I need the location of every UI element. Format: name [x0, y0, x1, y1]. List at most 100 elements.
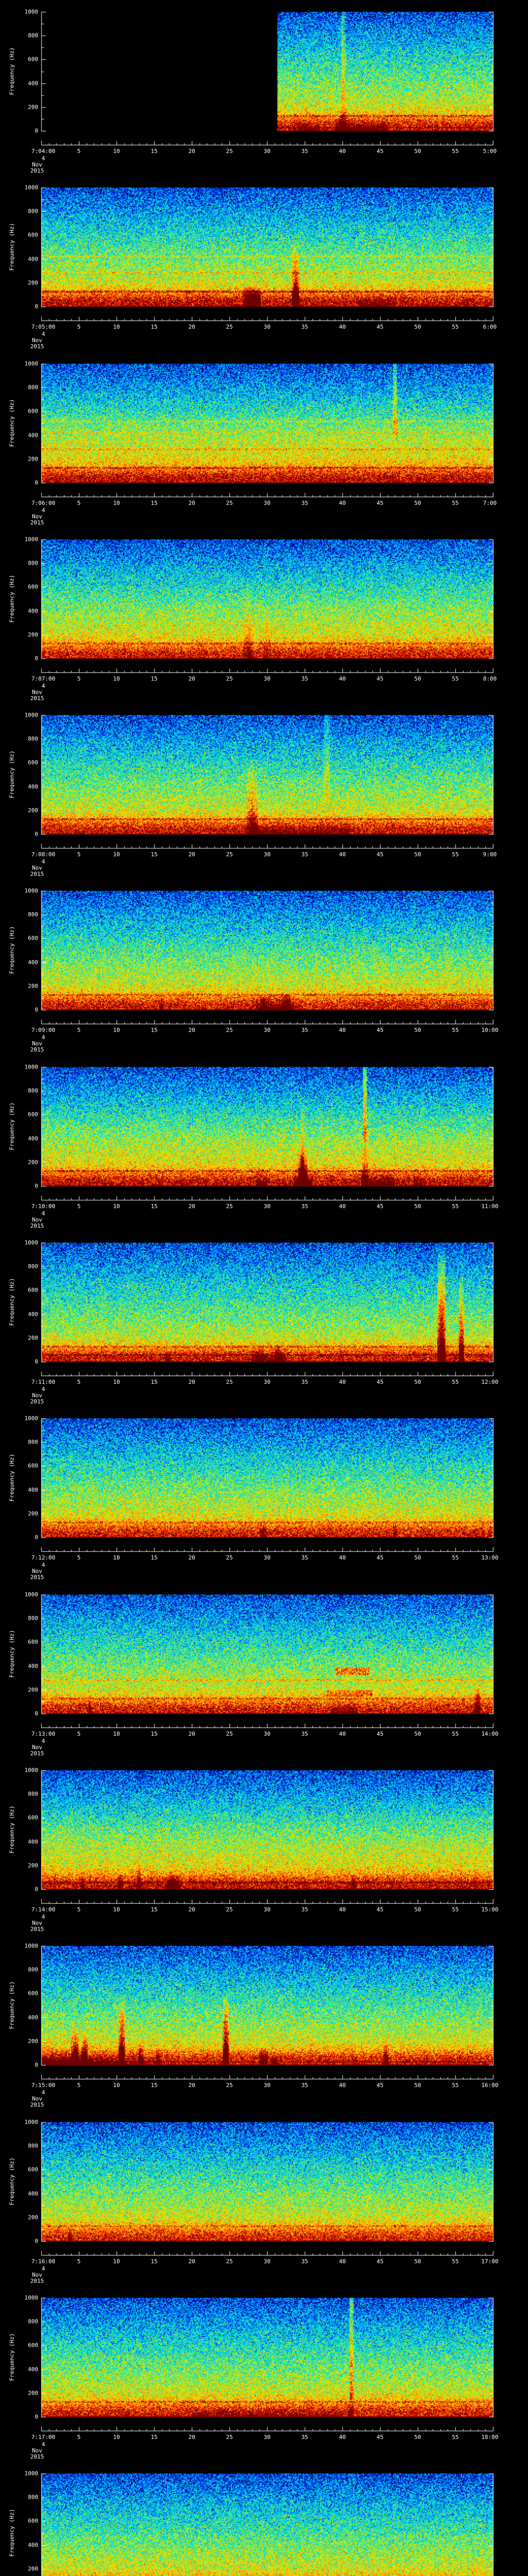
x-tick-label: 55: [452, 2434, 459, 2441]
y-tick-label: 200: [28, 279, 38, 286]
date-year-label: 2015: [30, 2102, 44, 2108]
end-time-label: 7:00: [483, 500, 497, 506]
x-tick-label: 15: [151, 1203, 158, 1210]
y-tick-label: 800: [28, 1966, 38, 1973]
y-tick-label: 600: [28, 1990, 38, 1997]
x-tick-label: 10: [113, 1379, 120, 1385]
spectrogram-canvas: [0, 0, 528, 2576]
y-tick-label: 200: [28, 455, 38, 463]
x-tick-label: 20: [188, 500, 195, 506]
x-tick-label: 55: [452, 2082, 459, 2089]
end-time-label: 13:00: [481, 1554, 499, 1561]
x-tick-label: 55: [452, 1379, 459, 1385]
start-time-label: 7:17:00: [31, 2434, 56, 2441]
x-tick-label: 45: [376, 1027, 384, 1033]
y-tick-label: 400: [28, 256, 38, 263]
end-time-label: 16:00: [481, 2082, 499, 2089]
x-tick-label: 45: [376, 1379, 384, 1385]
date-year-label: 2015: [30, 1223, 44, 1229]
y-tick-label: 0: [35, 1534, 38, 1541]
x-tick-label: 30: [263, 324, 271, 330]
y-tick-label: 800: [28, 2142, 38, 2149]
x-tick-label: 30: [263, 1554, 271, 1561]
y-tick-label: 1000: [24, 360, 39, 367]
date-year-label: 2015: [30, 871, 44, 877]
y-tick-label: 600: [28, 2342, 38, 2349]
x-tick-label: 35: [301, 324, 308, 330]
date-day-label: 4: [41, 1913, 45, 1920]
x-tick-label: 40: [339, 1379, 346, 1385]
y-axis-title: Frequency (Hz): [8, 399, 15, 447]
y-tick-label: 800: [28, 1438, 38, 1446]
x-tick-label: 50: [414, 2258, 421, 2265]
x-tick-label: 15: [151, 1379, 158, 1385]
y-tick-label: 800: [28, 1615, 38, 1622]
x-tick-label: 20: [188, 1906, 195, 1913]
x-tick-label: 35: [301, 1379, 308, 1385]
y-tick-label: 1000: [24, 2119, 39, 2126]
x-tick-label: 5: [77, 1203, 81, 1210]
x-tick-label: 40: [339, 324, 346, 330]
y-tick-label: 400: [28, 80, 38, 87]
x-tick-label: 40: [339, 1906, 346, 1913]
end-time-label: 12:00: [481, 1379, 499, 1385]
x-tick-label: 40: [339, 1203, 346, 1210]
x-tick-label: 15: [151, 851, 158, 858]
x-tick-label: 55: [452, 1906, 459, 1913]
y-tick-label: 0: [35, 831, 38, 838]
start-time-label: 7:06:00: [31, 500, 56, 506]
x-tick-label: 30: [263, 2082, 271, 2089]
y-tick-label: 800: [28, 32, 38, 39]
x-tick-label: 50: [414, 1379, 421, 1385]
spectrogram-figure: Frequency (Hz) 1000 800 600 400 200 0 5 10 15 20 25…: [0, 0, 528, 2576]
y-tick-label: 600: [28, 408, 38, 415]
y-tick-label: 0: [35, 2413, 38, 2420]
y-tick-label: 600: [28, 56, 38, 63]
y-axis-title: Frequency (Hz): [8, 223, 15, 271]
x-tick-label: 25: [226, 2082, 233, 2089]
y-tick-label: 400: [28, 1486, 38, 1494]
date-day-label: 4: [41, 1386, 45, 1393]
start-time-label: 7:12:00: [31, 1554, 56, 1561]
y-tick-label: 1000: [24, 1239, 39, 1246]
y-tick-label: 1000: [24, 1767, 39, 1774]
end-time-label: 17:00: [481, 2258, 499, 2265]
x-tick-label: 40: [339, 2258, 346, 2265]
y-tick-label: 0: [35, 127, 38, 134]
x-tick-label: 35: [301, 851, 308, 858]
y-tick-label: 600: [28, 1462, 38, 1469]
y-tick-label: 0: [35, 2061, 38, 2069]
x-tick-label: 10: [113, 851, 120, 858]
start-time-label: 7:05:00: [31, 324, 56, 330]
y-tick-label: 800: [28, 735, 38, 742]
x-tick-label: 20: [188, 2258, 195, 2265]
y-tick-label: 0: [35, 1358, 38, 1365]
x-tick-label: 55: [452, 148, 459, 155]
x-tick-label: 45: [376, 1554, 384, 1561]
y-tick-label: 0: [35, 479, 38, 486]
y-tick-label: 400: [28, 783, 38, 790]
start-time-label: 7:16:00: [31, 2258, 56, 2265]
x-tick-label: 25: [226, 1027, 233, 1033]
x-tick-label: 25: [226, 148, 233, 155]
x-tick-label: 10: [113, 1027, 120, 1033]
y-axis-title: Frequency (Hz): [8, 1805, 15, 1854]
y-tick-label: 800: [28, 384, 38, 391]
x-tick-label: 30: [263, 1906, 271, 1913]
x-tick-label: 40: [339, 851, 346, 858]
end-time-label: 5:00: [483, 148, 497, 155]
date-month-label: Nov: [32, 161, 42, 168]
date-day-label: 4: [41, 331, 45, 337]
y-tick-label: 600: [28, 1638, 38, 1646]
start-time-label: 7:04:00: [31, 148, 56, 155]
y-tick-label: 200: [28, 2565, 38, 2572]
y-tick-label: 200: [28, 2214, 38, 2221]
y-tick-label: 400: [28, 2366, 38, 2373]
end-time-label: 11:00: [481, 1203, 499, 1210]
date-day-label: 4: [41, 1738, 45, 1744]
y-tick-label: 400: [28, 607, 38, 615]
x-tick-label: 5: [77, 1554, 81, 1561]
date-month-label: Nov: [32, 513, 42, 520]
x-tick-label: 10: [113, 148, 120, 155]
x-tick-label: 20: [188, 675, 195, 682]
